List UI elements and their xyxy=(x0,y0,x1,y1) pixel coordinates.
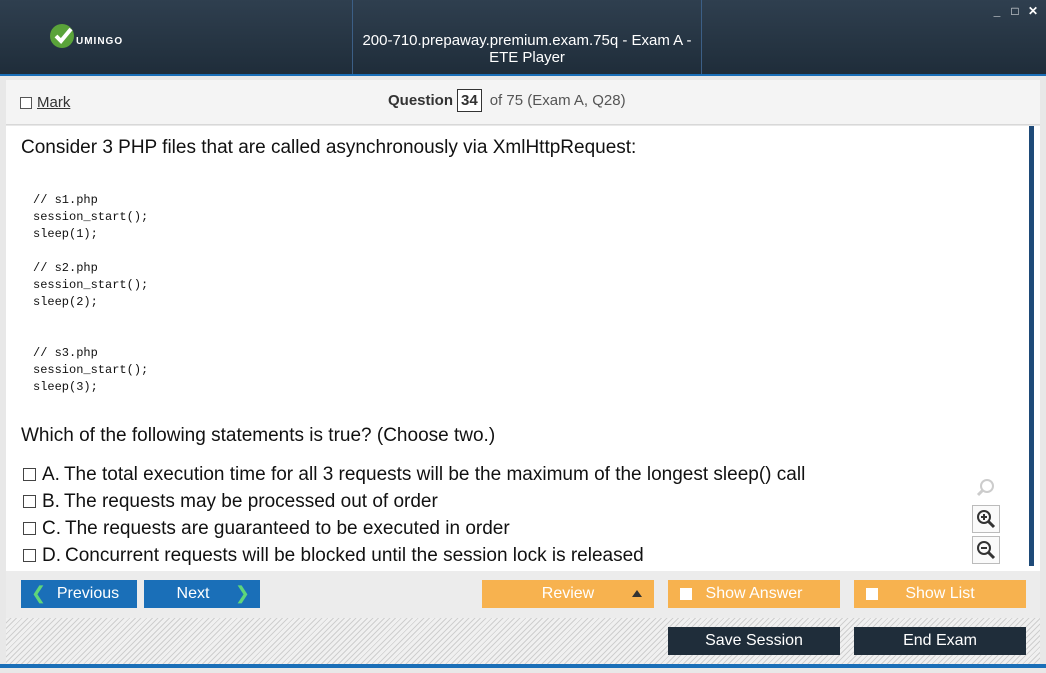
option-letter: A. xyxy=(42,463,60,485)
option-text: The requests are guaranteed to be execut… xyxy=(65,517,510,539)
show-answer-button[interactable]: Show Answer xyxy=(668,580,840,608)
next-button[interactable]: Next ❯ xyxy=(144,580,260,608)
option-text: The total execution time for all 3 reque… xyxy=(63,463,806,485)
answer-options: A. The total execution time for all 3 re… xyxy=(23,461,805,569)
next-label: Next xyxy=(176,585,210,602)
show-list-button[interactable]: Show List xyxy=(854,580,1026,608)
zoom-out-icon[interactable] xyxy=(972,536,1000,564)
footer-bar: Save Session End Exam xyxy=(6,618,1040,665)
question-bar: Mark Question 34 of 75 (Exam A, Q28) xyxy=(6,80,1040,125)
question-total: of 75 (Exam A, Q28) xyxy=(489,92,626,109)
checkbox-icon[interactable] xyxy=(866,588,878,600)
code-block: // s1.php session_start(); sleep(1); // … xyxy=(33,193,149,394)
checkbox-icon[interactable] xyxy=(680,588,692,600)
checkbox-icon[interactable] xyxy=(23,468,36,481)
chevron-right-icon: ❯ xyxy=(234,583,250,603)
previous-button[interactable]: ❮ Previous xyxy=(21,580,137,608)
show-answer-label: Show Answer xyxy=(705,585,803,602)
minimize-icon[interactable]: _ xyxy=(990,4,1004,18)
search-icon[interactable] xyxy=(972,474,1000,502)
scrollbar[interactable] xyxy=(1029,126,1034,566)
option-d[interactable]: D. Concurrent requests will be blocked u… xyxy=(23,542,805,569)
option-c[interactable]: C. The requests are guaranteed to be exe… xyxy=(23,515,805,542)
question-prompt: Which of the following statements is tru… xyxy=(21,425,496,446)
review-label: Review xyxy=(541,585,595,602)
logo: UMINGO xyxy=(50,24,123,48)
logo-text: UMINGO xyxy=(76,35,124,47)
checkbox-icon[interactable] xyxy=(23,549,36,562)
save-session-label: Save Session xyxy=(705,632,803,649)
zoom-controls xyxy=(972,474,1000,567)
title-separator xyxy=(701,0,702,74)
close-icon[interactable]: ✕ xyxy=(1026,4,1040,18)
save-session-button[interactable]: Save Session xyxy=(668,627,840,655)
option-a[interactable]: A. The total execution time for all 3 re… xyxy=(23,461,805,488)
option-b[interactable]: B. The requests may be processed out of … xyxy=(23,488,805,515)
navigation-bar: ❮ Previous Next ❯ Review Show Answer Sho… xyxy=(6,571,1040,618)
mark-label[interactable]: Mark xyxy=(37,94,70,111)
bottom-accent-line xyxy=(0,664,1046,668)
window-controls: _ □ ✕ xyxy=(990,4,1040,18)
triangle-up-icon xyxy=(632,590,642,597)
title-bar: UMINGO 200-710.prepaway.premium.exam.75q… xyxy=(0,0,1046,76)
maximize-icon[interactable]: □ xyxy=(1008,4,1022,18)
show-list-label: Show List xyxy=(905,585,975,602)
checkbox-icon[interactable] xyxy=(20,96,32,109)
review-button[interactable]: Review xyxy=(482,580,654,608)
option-letter: C. xyxy=(42,517,61,539)
end-exam-label: End Exam xyxy=(903,632,977,649)
end-exam-button[interactable]: End Exam xyxy=(854,627,1026,655)
question-counter: Question 34 of 75 (Exam A, Q28) xyxy=(388,89,626,112)
question-text: Consider 3 PHP files that are called asy… xyxy=(21,137,637,158)
option-text: The requests may be processed out of ord… xyxy=(63,490,438,512)
question-label: Question xyxy=(388,92,454,109)
window-title: 200-710.prepaway.premium.exam.75q - Exam… xyxy=(362,32,692,66)
checkmark-logo-icon xyxy=(50,24,74,48)
option-text: Concurrent requests will be blocked unti… xyxy=(65,544,644,566)
option-letter: D. xyxy=(42,544,61,566)
zoom-in-icon[interactable] xyxy=(972,505,1000,533)
checkbox-icon[interactable] xyxy=(23,495,36,508)
question-number-input[interactable]: 34 xyxy=(457,89,482,112)
question-content: Consider 3 PHP files that are called asy… xyxy=(6,126,1040,571)
previous-label: Previous xyxy=(56,585,120,602)
chevron-left-icon: ❮ xyxy=(31,583,47,603)
mark-checkbox[interactable]: Mark xyxy=(20,94,70,111)
checkbox-icon[interactable] xyxy=(23,522,36,535)
option-letter: B. xyxy=(42,490,60,512)
